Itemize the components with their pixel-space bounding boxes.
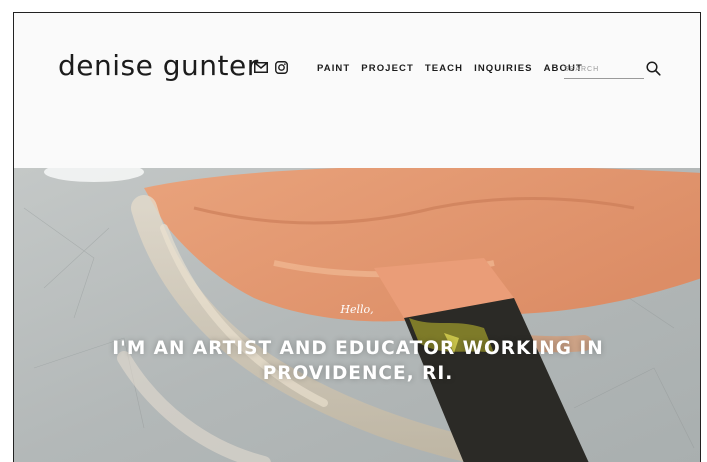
hero-text: Hello, I'M AN ARTIST AND EDUCATOR WORKIN… [14, 168, 700, 462]
hero-banner: Hello, I'M AN ARTIST AND EDUCATOR WORKIN… [14, 168, 700, 462]
site-header: denise gunter PAINT PROJECT TEACH INQUIR [14, 13, 700, 168]
main-nav: PAINT PROJECT TEACH INQUIRIES ABOUT [317, 63, 583, 74]
nav-item-project[interactable]: PROJECT [361, 63, 414, 74]
hero-greeting: Hello, [340, 303, 374, 316]
nav-item-paint[interactable]: PAINT [317, 63, 350, 74]
search-icon [646, 61, 661, 76]
search-form [564, 60, 664, 80]
nav-item-teach[interactable]: TEACH [425, 63, 463, 74]
instagram-link[interactable] [275, 61, 288, 74]
search-button[interactable] [646, 61, 661, 80]
mail-link[interactable] [254, 62, 268, 73]
browser-viewport: denise gunter PAINT PROJECT TEACH INQUIR [13, 12, 701, 462]
hero-headline: I'M AN ARTIST AND EDUCATOR WORKING IN PR… [112, 338, 604, 384]
site-logo[interactable]: denise gunter [58, 49, 259, 82]
mail-icon [254, 62, 268, 73]
instagram-icon [275, 61, 288, 74]
nav-item-inquiries[interactable]: INQUIRIES [474, 63, 532, 74]
social-links [254, 61, 288, 74]
search-input[interactable] [564, 60, 644, 79]
